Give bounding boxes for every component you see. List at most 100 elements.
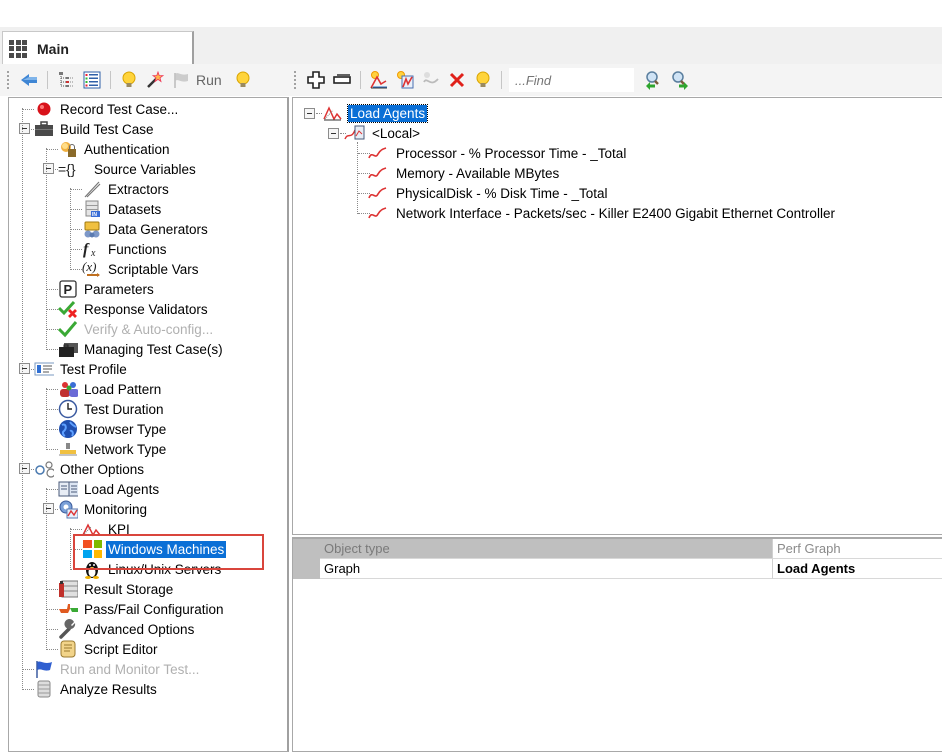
- nav-tree-item-analyze-results[interactable]: Analyze Results: [34, 679, 159, 699]
- counter-item[interactable]: Network Interface - Packets/sec - Killer…: [368, 203, 837, 223]
- nav-tree-item-label: Test Duration: [84, 401, 164, 417]
- list-view-icon[interactable]: [81, 69, 103, 91]
- nav-tree-item-label: Verify & Auto-config...: [84, 321, 214, 337]
- nav-tree-item-label: Load Pattern: [84, 381, 162, 397]
- users-icon: [58, 379, 78, 399]
- tree-connector: [46, 149, 58, 150]
- nav-tree-item-advanced-options[interactable]: Advanced Options: [58, 619, 196, 639]
- nav-tree-item-parameters[interactable]: P Parameters: [58, 279, 156, 299]
- collapse-toggle-icon[interactable]: [19, 463, 30, 474]
- nav-tree-item-label: Monitoring: [84, 501, 148, 517]
- nav-tree-item-label: Authentication: [84, 141, 170, 157]
- collapse-toggle-icon[interactable]: [43, 163, 54, 174]
- nav-tree-item-label: Datasets: [108, 201, 162, 217]
- nav-tree-item-pass-fail-configuration[interactable]: Pass/Fail Configuration: [58, 599, 226, 619]
- tree-view-icon[interactable]: [55, 69, 77, 91]
- find-input[interactable]: [509, 68, 634, 92]
- counter-disabled-icon[interactable]: [420, 69, 442, 91]
- find-previous-icon[interactable]: [642, 69, 664, 91]
- nav-tree-item-test-profile[interactable]: Test Profile: [34, 359, 129, 379]
- nav-tree-item-record-test-case[interactable]: Record Test Case...: [34, 99, 180, 119]
- lightbulb-icon[interactable]: [118, 69, 140, 91]
- counter-tree-root[interactable]: Load Agents: [322, 103, 429, 123]
- counter-icon: [368, 183, 390, 203]
- nav-tree-item-browser-type[interactable]: Browser Type: [58, 419, 168, 439]
- nav-tree-item-label: Build Test Case: [60, 121, 154, 137]
- nav-tree-item-other-options[interactable]: Other Options: [34, 459, 146, 479]
- nav-tree-item-load-agents[interactable]: Load Agents: [58, 479, 161, 499]
- tree-connector: [22, 689, 34, 690]
- collapse-all-icon[interactable]: [331, 69, 353, 91]
- nav-tree-item-extractors[interactable]: Extractors: [82, 179, 171, 199]
- nav-tree-item-build-test-case[interactable]: Build Test Case: [34, 119, 156, 139]
- counter-tree-machine[interactable]: <Local>: [344, 123, 422, 143]
- options-icon: [34, 459, 54, 479]
- flag-icon[interactable]: [170, 69, 192, 91]
- collapse-toggle-icon[interactable]: [43, 503, 54, 514]
- nav-tree-item-label: Pass/Fail Configuration: [84, 601, 224, 617]
- nav-tree-item-data-generators[interactable]: Data Generators: [82, 219, 210, 239]
- nav-tree-item-functions[interactable]: f x Functions: [82, 239, 169, 259]
- nav-tree-item-label: Data Generators: [108, 221, 208, 237]
- delete-icon[interactable]: [446, 69, 468, 91]
- nav-tree-item-label: Functions: [108, 241, 167, 257]
- left-toolbar: Run: [6, 66, 286, 94]
- expand-all-icon[interactable]: [305, 69, 327, 91]
- nav-tree-item-network-type[interactable]: Network Type: [58, 439, 168, 459]
- collapse-toggle-icon[interactable]: [19, 123, 30, 134]
- nav-tree-item-managing-test-case-s[interactable]: Managing Test Case(s): [58, 339, 225, 359]
- property-row[interactable]: Graph Load Agents: [293, 559, 942, 579]
- counter-item-label: Network Interface - Packets/sec - Killer…: [396, 205, 835, 221]
- nav-tree-item-label: Analyze Results: [60, 681, 157, 697]
- nav-tree-item-source-variables[interactable]: ={} Source Variables: [58, 159, 198, 179]
- toolbar-grip[interactable]: [6, 70, 10, 90]
- nav-tree-item-verify-auto-config[interactable]: Verify & Auto-config...: [58, 319, 215, 339]
- tree-connector: [46, 488, 47, 648]
- tree-connector: [46, 329, 58, 330]
- counter-item[interactable]: PhysicalDisk - % Disk Time - _Total: [368, 183, 610, 203]
- record-icon: [34, 99, 54, 119]
- top-blank-area: [0, 0, 942, 27]
- find-next-icon[interactable]: [668, 69, 690, 91]
- nav-tree-item-scriptable-vars[interactable]: (x) Scriptable Vars: [82, 259, 201, 279]
- collapse-toggle-icon[interactable]: [304, 108, 315, 119]
- property-header-name: Object type: [320, 539, 773, 559]
- counter-item[interactable]: Processor - % Processor Time - _Total: [368, 143, 628, 163]
- nav-tree-item-result-storage[interactable]: Result Storage: [58, 579, 175, 599]
- property-value[interactable]: Load Agents: [773, 559, 942, 579]
- run-label[interactable]: Run: [196, 72, 222, 88]
- properties-panel: Object type Perf Graph Graph Load Agents: [292, 537, 942, 752]
- add-graph-icon[interactable]: [368, 69, 390, 91]
- svg-text:IN: IN: [92, 212, 97, 218]
- magic-wand-icon[interactable]: [144, 69, 166, 91]
- tree-connector: [46, 389, 58, 390]
- svg-text:x: x: [90, 248, 96, 258]
- nav-tree-item-datasets[interactable]: IN Datasets: [82, 199, 163, 219]
- nav-tree-item-label: Managing Test Case(s): [84, 341, 223, 357]
- graph-root-icon: [322, 103, 344, 123]
- back-arrow-icon[interactable]: [18, 69, 40, 91]
- tree-connector: [46, 649, 58, 650]
- tree-connector: [46, 489, 58, 490]
- tree-connector: [46, 349, 58, 350]
- collapse-toggle-icon[interactable]: [19, 363, 30, 374]
- lightbulb-icon[interactable]: [232, 69, 254, 91]
- toolbar-grip[interactable]: [293, 70, 297, 90]
- nav-tree-item-response-validators[interactable]: Response Validators: [58, 299, 210, 319]
- counter-item[interactable]: Memory - Available MBytes: [368, 163, 561, 183]
- tree-connector: [70, 188, 71, 268]
- nav-tree-item-authentication[interactable]: Authentication: [58, 139, 172, 159]
- tab-main[interactable]: Main: [2, 31, 194, 65]
- svg-text:(x): (x): [82, 260, 96, 274]
- nav-tree-item-run-and-monitor-test[interactable]: Run and Monitor Test...: [34, 659, 201, 679]
- nav-tree-item-label: Browser Type: [84, 421, 167, 437]
- collapse-toggle-icon[interactable]: [328, 128, 339, 139]
- nav-tree-item-monitoring[interactable]: Monitoring: [58, 499, 149, 519]
- nav-tree-item-test-duration[interactable]: Test Duration: [58, 399, 166, 419]
- nav-tree-item-script-editor[interactable]: Script Editor: [58, 639, 160, 659]
- tree-connector: [70, 189, 82, 190]
- nav-tree-item-load-pattern[interactable]: Load Pattern: [58, 379, 163, 399]
- lightbulb-icon[interactable]: [472, 69, 494, 91]
- parameter-icon: P: [58, 279, 78, 299]
- add-counter-icon[interactable]: [394, 69, 416, 91]
